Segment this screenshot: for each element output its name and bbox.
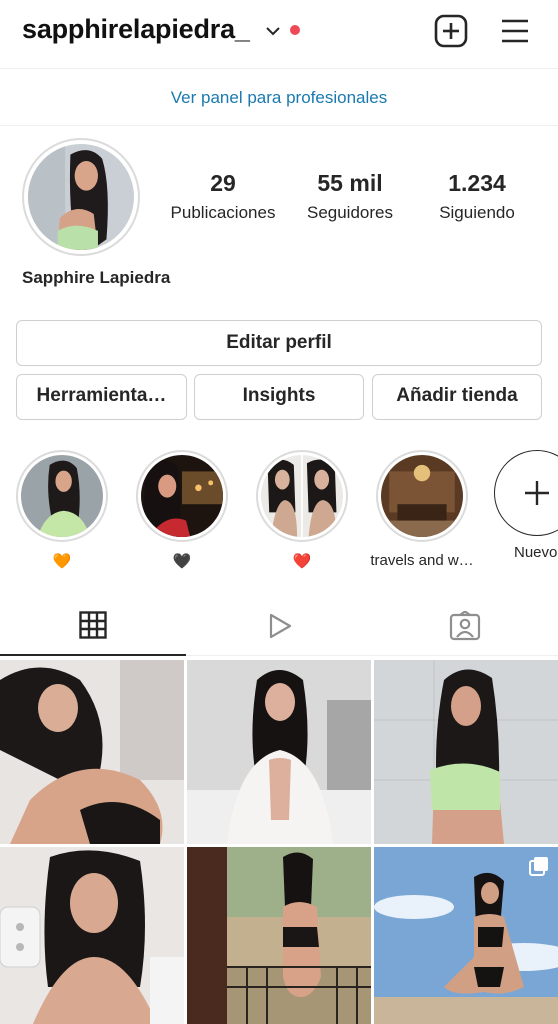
highlight-label: 🧡: [52, 553, 72, 570]
tagged-icon: [449, 611, 481, 641]
tab-reels[interactable]: [186, 596, 372, 656]
story-highlight[interactable]: 🧡: [14, 450, 110, 570]
post-thumbnail[interactable]: [0, 847, 184, 1024]
plus-icon: [525, 481, 549, 505]
highlight-cover: [141, 455, 223, 537]
new-highlight-button[interactable]: [494, 450, 558, 536]
professional-dashboard-link[interactable]: Ver panel para profesionales: [171, 88, 387, 108]
posts-grid: [0, 660, 558, 1024]
following-count: 1.234: [448, 170, 506, 196]
story-highlight[interactable]: ❤️: [254, 450, 350, 570]
highlight-label: travels and w…: [370, 552, 474, 569]
edit-profile-button[interactable]: Editar perfil: [16, 320, 542, 366]
post-thumbnail[interactable]: [374, 660, 558, 844]
highlight-label: ❤️: [292, 553, 312, 570]
professional-dashboard-bar: Ver panel para profesionales: [0, 68, 558, 126]
chevron-down-icon[interactable]: [264, 22, 282, 40]
new-highlight-label: Nuevo: [514, 544, 558, 561]
highlight-cover: [381, 455, 463, 537]
avatar[interactable]: [22, 138, 140, 256]
post-thumbnail[interactable]: [374, 847, 558, 1024]
followers-count: 55 mil: [317, 170, 383, 196]
new-post-icon[interactable]: [434, 14, 468, 48]
tab-posts-grid[interactable]: [0, 596, 186, 656]
insights-button[interactable]: Insights: [194, 374, 364, 420]
username-title[interactable]: sapphirelapiedra_: [22, 14, 250, 45]
story-highlight[interactable]: 🖤: [134, 450, 230, 570]
story-highlight[interactable]: travels and w…: [364, 450, 480, 569]
post-thumbnail[interactable]: [187, 660, 371, 844]
profile-full-name: Sapphire Lapiedra: [22, 268, 171, 287]
avatar-image: [28, 144, 134, 250]
tab-tagged[interactable]: [372, 596, 558, 656]
highlight-cover: [261, 455, 343, 537]
stat-followers[interactable]: 55 mil Seguidores: [294, 170, 406, 223]
post-thumbnail[interactable]: [187, 847, 371, 1024]
notification-dot: [290, 25, 300, 35]
menu-icon[interactable]: [500, 16, 530, 46]
grid-icon: [79, 611, 107, 639]
add-shop-button[interactable]: Añadir tienda: [372, 374, 542, 420]
multiple-photos-icon: [529, 857, 548, 876]
posts-label: Publicaciones: [170, 203, 276, 222]
stat-posts[interactable]: 29 Publicaciones: [162, 170, 284, 223]
new-highlight[interactable]: Nuevo: [494, 450, 558, 561]
profile-tabs: [0, 596, 558, 656]
highlight-label: 🖤: [172, 553, 192, 570]
post-thumbnail[interactable]: [0, 660, 184, 844]
highlight-cover: [21, 455, 103, 537]
followers-label: Seguidores: [306, 203, 393, 222]
following-label: Siguiendo: [439, 203, 515, 222]
tools-button[interactable]: Herramienta…: [16, 374, 187, 420]
top-bar: sapphirelapiedra_: [0, 0, 558, 66]
posts-count: 29: [210, 170, 236, 196]
stat-following[interactable]: 1.234 Siguiendo: [424, 170, 530, 223]
reels-icon: [269, 613, 292, 639]
